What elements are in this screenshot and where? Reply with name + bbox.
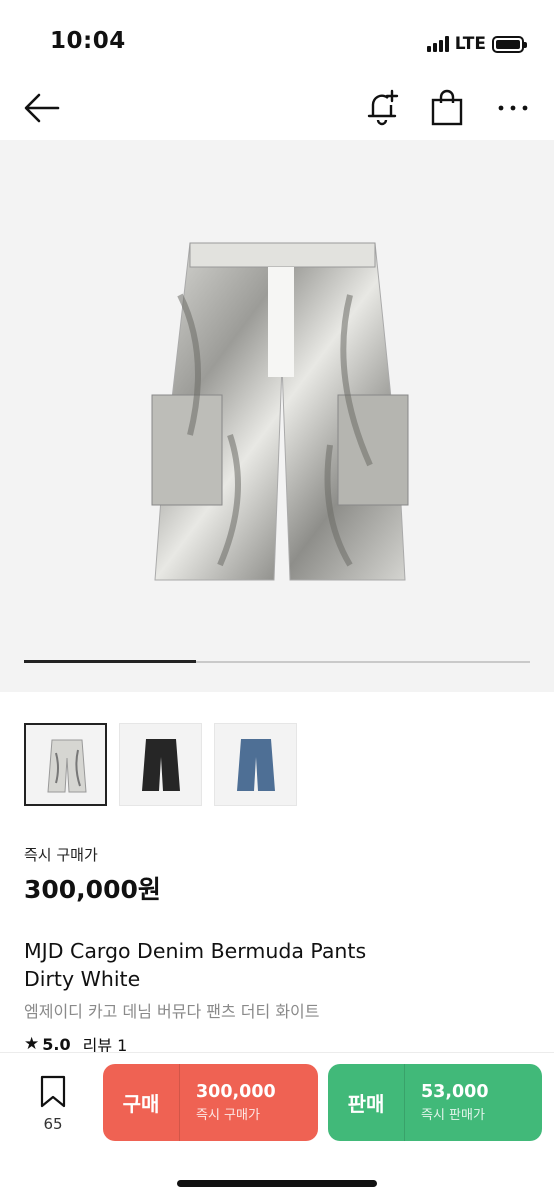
more-icon[interactable] [496, 92, 530, 122]
image-progress-track [24, 660, 530, 663]
product-title-ko: 엠제이디 카고 데님 버뮤다 팬츠 더티 화이트 [24, 1002, 320, 1021]
color-thumbnails [24, 723, 297, 806]
alarm-add-icon[interactable] [364, 88, 400, 126]
product-title-line-2: Dirty White [24, 967, 141, 991]
rating-score: 5.0 [42, 1034, 71, 1054]
sell-sub: 즉시 판매가 [421, 1108, 485, 1123]
thumbnail-dirty-white[interactable] [24, 723, 107, 806]
star-icon: ★ [24, 1034, 40, 1054]
sell-button[interactable]: 판매 53,000 즉시 판매가 [328, 1064, 542, 1141]
bottom-action-bar: 65 구매 300,000 즉시 구매가 판매 53,000 즉시 판매가 [0, 1052, 554, 1200]
sell-price: 53,000 [421, 1082, 489, 1102]
thumbnail-black[interactable] [119, 723, 202, 806]
product-title-line-1: MJD Cargo Denim Bermuda Pants [24, 939, 367, 963]
wish-button[interactable]: 65 [30, 1075, 76, 1133]
buy-button[interactable]: 구매 300,000 즉시 구매가 [103, 1064, 318, 1141]
status-time: 10:04 [50, 28, 126, 54]
signal-icon [426, 36, 449, 52]
product-image-carousel[interactable] [0, 140, 554, 692]
image-progress-fill [24, 660, 197, 663]
buy-sub: 즉시 구매가 [196, 1108, 260, 1123]
price-label: 즉시 구매가 [24, 846, 98, 864]
shopping-bag-icon[interactable] [430, 88, 464, 126]
thumbnail-shorts-image [47, 739, 87, 793]
product-shorts-image [151, 242, 409, 581]
price-value: 300,000원 [24, 875, 161, 904]
network-type: LTE [454, 34, 486, 54]
thumbnail-shorts-image [237, 739, 275, 791]
thumbnail-blue[interactable] [214, 723, 297, 806]
review-count: 리뷰 1 [82, 1036, 128, 1054]
thumbnail-shorts-image [142, 739, 180, 791]
buy-info: 300,000 즉시 구매가 [180, 1082, 276, 1123]
status-indicators: LTE [426, 34, 527, 54]
battery-icon [492, 35, 527, 53]
sell-info: 53,000 즉시 판매가 [405, 1082, 489, 1123]
rating[interactable]: ★ 5.0 리뷰 1 [24, 1034, 127, 1054]
buy-price: 300,000 [196, 1082, 276, 1102]
buy-label: 구매 [122, 1092, 160, 1116]
bookmark-icon [40, 1075, 66, 1108]
top-nav [0, 80, 554, 138]
product-title-en: MJD Cargo Denim Bermuda Pants Dirty Whit… [24, 937, 524, 993]
sell-label: 판매 [347, 1092, 385, 1116]
status-bar: 10:04 LTE [0, 0, 554, 80]
home-indicator [177, 1180, 377, 1187]
back-arrow-icon[interactable] [22, 90, 62, 126]
wish-count: 65 [43, 1115, 63, 1133]
